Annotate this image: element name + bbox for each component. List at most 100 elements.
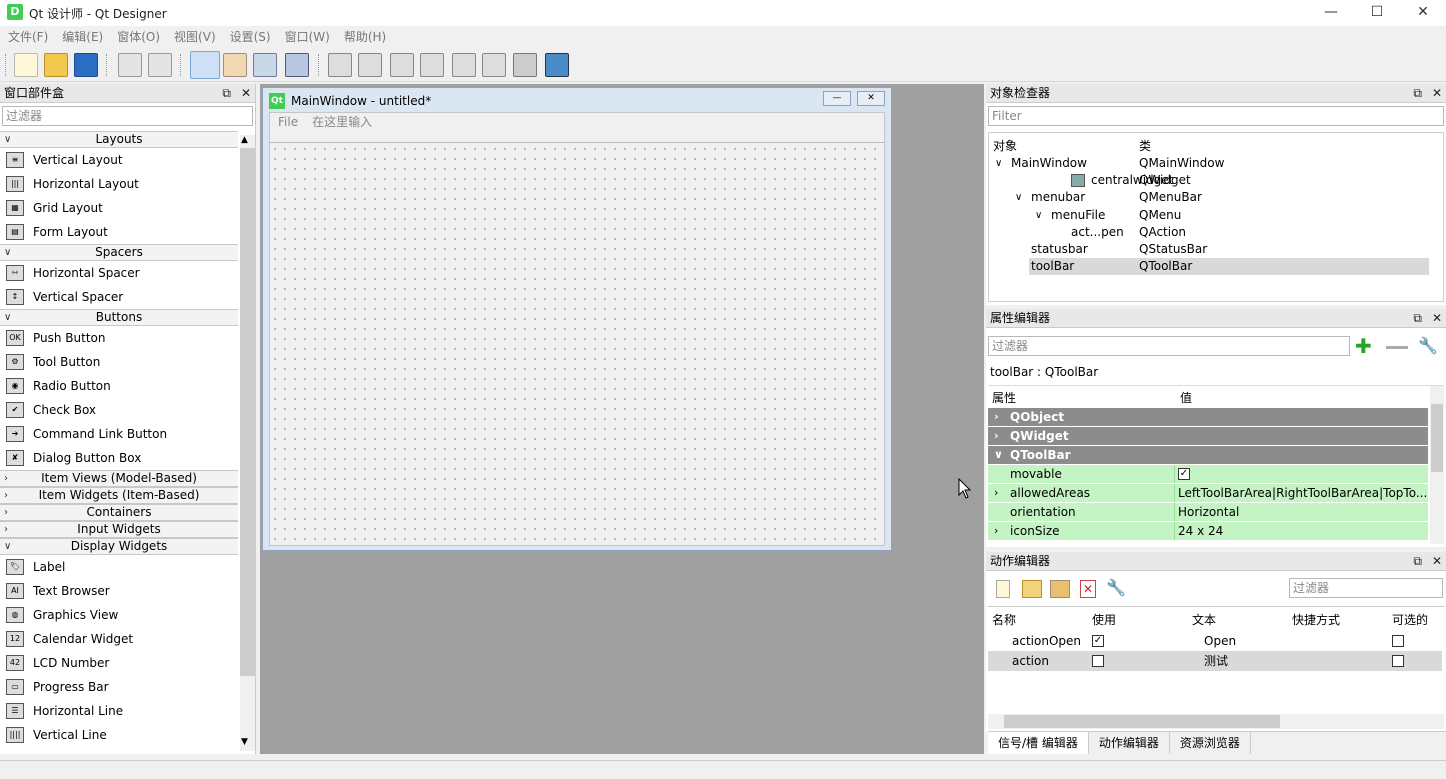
remove-dynamic-property-icon[interactable]: [1386, 346, 1408, 349]
dock-float-button[interactable]: ⧉: [222, 86, 231, 100]
widget-item[interactable]: ✘ Dialog Button Box: [0, 446, 238, 470]
widget-box-scrollbar-thumb[interactable]: [240, 148, 255, 676]
open-folder-icon[interactable]: [44, 53, 68, 77]
widget-item[interactable]: ↕ Vertical Spacer: [0, 285, 238, 309]
widget-item[interactable]: ⚙ Tool Button: [0, 350, 238, 374]
widget-item[interactable]: ◍ Graphics View: [0, 603, 238, 627]
widget-category[interactable]: ∨ Spacers: [0, 244, 238, 261]
action-column-header[interactable]: 名称: [992, 611, 1016, 628]
widget-item[interactable]: ▭ Progress Bar: [0, 675, 238, 699]
column-header-property[interactable]: 属性: [992, 389, 1016, 406]
layout-form-icon[interactable]: [482, 53, 506, 77]
tab-resource-browser[interactable]: 资源浏览器: [1170, 732, 1251, 754]
layout-grid-icon[interactable]: [452, 53, 476, 77]
object-tree-row[interactable]: act...pen QAction: [989, 224, 1439, 241]
action-row[interactable]: action 测试: [988, 651, 1442, 671]
widget-item[interactable]: 12 Calendar Widget: [0, 627, 238, 651]
dock-close-button[interactable]: ✕: [241, 86, 251, 100]
add-dynamic-property-icon[interactable]: ✚: [1355, 334, 1372, 358]
menu-help[interactable]: 帮助(H): [337, 26, 393, 48]
layout-vsplitter-icon[interactable]: [420, 53, 444, 77]
action-column-header[interactable]: 可选的: [1392, 611, 1428, 628]
delete-action-icon[interactable]: ✕: [1080, 580, 1096, 598]
menu-view[interactable]: 视图(V): [167, 26, 223, 48]
widget-category[interactable]: ∨ Buttons: [0, 309, 238, 326]
property-row[interactable]: › iconSize 24 x 24: [988, 522, 1428, 540]
widget-category[interactable]: › Item Widgets (Item-Based): [0, 487, 238, 504]
expand-arrow-icon[interactable]: ›: [994, 484, 998, 502]
action-row[interactable]: actionOpen ✓ Open: [988, 631, 1442, 651]
form-menu-file[interactable]: File: [278, 115, 298, 129]
toolbar-handle[interactable]: [5, 54, 7, 76]
widget-item[interactable]: ||| Horizontal Layout: [0, 172, 238, 196]
property-row[interactable]: orientation Horizontal: [988, 503, 1428, 521]
copy-action-icon[interactable]: [1022, 580, 1042, 598]
expand-arrow-icon[interactable]: ∨: [1015, 189, 1022, 206]
form-menu-type-here[interactable]: 在这里输入: [312, 115, 372, 129]
edit-widgets-icon[interactable]: [190, 51, 220, 79]
expand-arrow-icon[interactable]: ›: [994, 408, 999, 426]
dock-close-button[interactable]: ✕: [1432, 554, 1442, 568]
configure-wrench-icon[interactable]: 🔧: [1418, 336, 1438, 355]
action-hscrollbar-thumb[interactable]: [1004, 715, 1280, 728]
bring-to-front-icon[interactable]: [148, 53, 172, 77]
property-scrollbar-thumb[interactable]: [1431, 404, 1443, 472]
property-row[interactable]: › QWidget: [988, 427, 1428, 445]
layout-hsplitter-icon[interactable]: [390, 53, 414, 77]
edit-signals-icon[interactable]: [285, 53, 309, 77]
property-row[interactable]: movable ✓: [988, 465, 1428, 483]
break-layout-icon[interactable]: [513, 53, 537, 77]
scroll-down-arrow[interactable]: ▼: [241, 737, 248, 747]
action-checkable-checkbox[interactable]: [1392, 655, 1404, 667]
widget-category[interactable]: ∨ Layouts: [0, 131, 238, 148]
widget-item[interactable]: ≡ Vertical Layout: [0, 148, 238, 172]
widget-item[interactable]: OK Push Button: [0, 326, 238, 350]
widget-item[interactable]: ⇿ Horizontal Spacer: [0, 261, 238, 285]
widget-category[interactable]: ∨ Display Widgets: [0, 538, 238, 555]
menu-window[interactable]: 窗口(W): [278, 26, 337, 48]
dock-close-button[interactable]: ✕: [1432, 86, 1442, 100]
object-tree-row[interactable]: ∨ MainWindow QMainWindow: [989, 155, 1439, 172]
expand-arrow-icon[interactable]: ›: [994, 427, 999, 445]
menu-edit[interactable]: 编辑(E): [55, 26, 110, 48]
widget-category[interactable]: › Containers: [0, 504, 238, 521]
object-tree-row[interactable]: centralwidget QWidget: [989, 172, 1439, 189]
property-value[interactable]: 24 x 24: [1178, 522, 1426, 540]
save-icon[interactable]: [74, 53, 98, 77]
widget-item[interactable]: 42 LCD Number: [0, 651, 238, 675]
widget-item[interactable]: ▦ Grid Layout: [0, 196, 238, 220]
action-column-header[interactable]: 快捷方式: [1292, 611, 1340, 628]
widget-box-filter-input[interactable]: 过滤器: [2, 106, 253, 126]
property-row[interactable]: ∨ QToolBar: [988, 446, 1428, 464]
menu-file[interactable]: 文件(F): [1, 26, 55, 48]
form-window[interactable]: Qt MainWindow - untitled* — ✕ File 在这里输入: [262, 87, 892, 551]
widget-item[interactable]: AI Text Browser: [0, 579, 238, 603]
widget-item[interactable]: ▤ Form Layout: [0, 220, 238, 244]
expand-arrow-icon[interactable]: ›: [994, 522, 998, 540]
form-close-button[interactable]: ✕: [857, 91, 885, 106]
layout-horizontal-icon[interactable]: [328, 53, 352, 77]
action-used-checkbox[interactable]: ✓: [1092, 635, 1104, 647]
scroll-up-arrow[interactable]: ▲: [241, 135, 248, 145]
object-tree-row[interactable]: ∨ menuFile QMenu: [989, 207, 1439, 224]
form-minimize-button[interactable]: —: [823, 91, 851, 106]
menu-form[interactable]: 窗体(O): [110, 26, 167, 48]
paste-action-icon[interactable]: [1050, 580, 1070, 598]
tab-signal-slot-editor[interactable]: 信号/槽 编辑器: [988, 732, 1089, 754]
widget-item[interactable]: ◉ Radio Button: [0, 374, 238, 398]
close-button[interactable]: ✕: [1400, 0, 1446, 26]
column-header-class[interactable]: 类: [1139, 137, 1151, 154]
widget-item[interactable]: |||| Vertical Line: [0, 723, 238, 747]
property-filter-input[interactable]: 过滤器: [988, 336, 1350, 356]
column-header-value[interactable]: 值: [1180, 389, 1192, 406]
minimize-button[interactable]: —: [1308, 0, 1354, 26]
send-to-back-icon[interactable]: [118, 53, 142, 77]
dock-close-button[interactable]: ✕: [1432, 311, 1442, 325]
property-value[interactable]: Horizontal: [1178, 503, 1426, 521]
dock-float-button[interactable]: ⧉: [1413, 554, 1422, 568]
form-design-grid[interactable]: [270, 144, 884, 544]
dock-float-button[interactable]: ⧉: [1413, 86, 1422, 100]
expand-arrow-icon[interactable]: ∨: [994, 446, 1003, 464]
dock-float-button[interactable]: ⧉: [1413, 311, 1422, 325]
maximize-button[interactable]: ☐: [1354, 0, 1400, 26]
